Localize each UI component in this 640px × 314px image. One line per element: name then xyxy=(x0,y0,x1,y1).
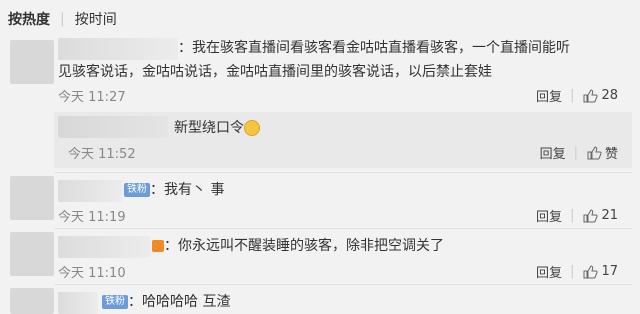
laugh-emoji-icon xyxy=(244,120,260,136)
like-count: 28 xyxy=(601,88,618,103)
comment-actions: 回复 | 21 xyxy=(536,206,618,225)
username-redacted[interactable] xyxy=(58,236,150,258)
comment-divider xyxy=(54,172,632,173)
comment-actions: 回复 | 17 xyxy=(536,262,618,281)
like-count: 21 xyxy=(601,208,618,223)
vip-icon xyxy=(152,240,164,252)
comment-text-line-1: ：我在骇客直播间看骇客看金咕咕直播看骇客，一个直播间能听 xyxy=(178,40,570,56)
comment-text: 铁粉 ：我有丶 事 xyxy=(124,178,224,202)
comment-text: ：你永远叫不醒装睡的骇客，除非把空调关了 xyxy=(152,234,444,258)
sub-reply-text: 新型绕口令 xyxy=(174,116,260,140)
reply-button[interactable]: 回复 xyxy=(536,86,562,105)
reply-button[interactable]: 回复 xyxy=(536,262,562,281)
comment-divider xyxy=(54,228,632,229)
sub-reply-time: 今天 11:52 xyxy=(68,147,136,162)
comment-time: 今天 11:10 xyxy=(58,266,126,281)
comment-time: 今天 11:27 xyxy=(58,90,126,105)
avatar[interactable] xyxy=(10,176,54,220)
avatar[interactable] xyxy=(10,232,54,276)
thumbs-up-icon xyxy=(583,208,599,222)
like-button[interactable]: 28 xyxy=(582,88,618,104)
fan-badge: 铁粉 xyxy=(102,295,128,309)
sort-by-time-tab[interactable]: 按时间 xyxy=(75,9,117,29)
like-button[interactable]: 赞 xyxy=(586,143,618,162)
action-divider: | xyxy=(570,208,575,223)
username-redacted[interactable] xyxy=(58,38,178,60)
like-count: 17 xyxy=(601,264,618,279)
action-divider: | xyxy=(570,88,575,103)
avatar[interactable] xyxy=(10,40,54,84)
action-divider: | xyxy=(570,264,575,279)
like-button[interactable]: 17 xyxy=(582,264,618,280)
thumbs-up-icon xyxy=(583,88,599,102)
username-redacted[interactable] xyxy=(58,116,168,138)
thumbs-up-icon xyxy=(587,145,602,159)
sort-divider: | xyxy=(60,11,65,27)
username-redacted[interactable] xyxy=(58,292,98,314)
comment-text-line-2: 见骇客说话，金咕咕说话，金咕咕直播间里的骇客说话，以后禁止套娃 xyxy=(58,64,492,80)
sub-reply-actions: 回复 | 赞 xyxy=(540,143,618,162)
comment-divider xyxy=(54,284,632,285)
like-label: 赞 xyxy=(604,147,618,162)
sort-by-hot-tab[interactable]: 按热度 xyxy=(8,9,50,29)
fan-badge: 铁粉 xyxy=(124,183,150,197)
comment-text: 铁粉 ：哈哈哈哈 互渣 xyxy=(102,290,230,314)
like-button[interactable]: 21 xyxy=(582,208,618,224)
reply-button[interactable]: 回复 xyxy=(536,206,562,225)
reply-button[interactable]: 回复 xyxy=(540,143,566,162)
comment-time: 今天 11:19 xyxy=(58,210,126,225)
action-divider: | xyxy=(573,145,578,160)
comment-actions: 回复 | 28 xyxy=(536,86,618,105)
username-redacted[interactable] xyxy=(58,180,122,202)
avatar[interactable] xyxy=(10,288,54,314)
sort-tabs: 按热度 | 按时间 xyxy=(8,8,117,30)
thumbs-up-icon xyxy=(583,264,599,278)
